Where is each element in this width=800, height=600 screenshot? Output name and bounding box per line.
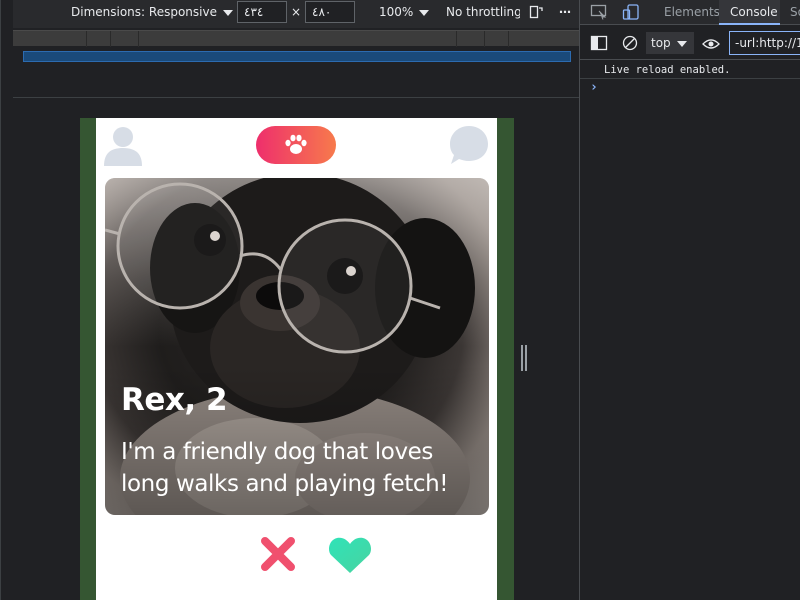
ruler-segment[interactable] <box>457 31 485 47</box>
device-select-label: Dimensions: Responsive <box>71 5 217 19</box>
dating-app: Rex, 2 I'm a friendly dog that loves lon… <box>96 118 497 600</box>
profile-icon[interactable] <box>104 124 144 166</box>
eye-icon[interactable] <box>702 36 720 52</box>
sidebar-icon[interactable] <box>590 35 608 51</box>
ruler-segment[interactable] <box>139 31 457 47</box>
chat-icon[interactable] <box>449 124 489 166</box>
context-label: top <box>651 36 671 50</box>
ruler-segment[interactable] <box>13 31 87 47</box>
zoom-select[interactable]: 100% <box>379 0 430 24</box>
media-query-ruler[interactable] <box>13 30 580 47</box>
device-toolbar: Dimensions: Responsive ٤٣٤ × ٤٨٠ 100% No… <box>13 0 580 28</box>
ruler-segment[interactable] <box>111 31 139 47</box>
ruler-segment[interactable] <box>87 31 111 47</box>
console-message: Live reload enabled. <box>580 61 800 79</box>
more-icon[interactable]: ⋯ <box>559 0 572 24</box>
device-select[interactable]: Dimensions: Responsive <box>71 0 233 24</box>
throttling-select[interactable]: No throttling <box>446 0 520 24</box>
divider <box>13 97 580 98</box>
clear-icon[interactable] <box>621 35 639 51</box>
heart-icon[interactable] <box>328 535 372 575</box>
card-bio: I'm a friendly dog that loves long walks… <box>121 439 449 497</box>
chevron-down-icon <box>222 9 233 16</box>
device-emulation-pane: Dimensions: Responsive ٤٣٤ × ٤٨٠ 100% No… <box>0 0 580 600</box>
media-query-bar[interactable] <box>23 51 571 62</box>
chevron-down-icon <box>676 40 687 47</box>
card-name: Rex, 2 <box>121 382 228 418</box>
profile-card[interactable]: Rex, 2 I'm a friendly dog that loves lon… <box>105 178 489 515</box>
tab-elements[interactable]: Elements <box>664 0 720 25</box>
times-sign: × <box>291 5 302 19</box>
devtools-panel: Elements Console Sources top -url:http:/… <box>579 0 800 600</box>
height-input[interactable]: ٤٨٠ <box>305 1 355 23</box>
context-select[interactable]: top <box>646 32 694 54</box>
console-prompt[interactable]: › <box>590 80 598 95</box>
console-filter-input[interactable]: -url:http://127.0.0.1 <box>729 31 800 55</box>
tab-console[interactable]: Console <box>719 0 780 25</box>
inspect-icon[interactable] <box>590 4 608 20</box>
logo-button[interactable] <box>256 126 336 164</box>
device-toolbar-icon[interactable] <box>622 4 640 20</box>
nope-icon[interactable] <box>260 536 296 572</box>
viewport-resize-handle[interactable] <box>521 345 527 371</box>
width-input[interactable]: ٤٣٤ <box>237 1 287 23</box>
console-toolbar: top -url:http://127.0.0.1 <box>580 26 800 60</box>
ruler-segment[interactable] <box>485 31 509 47</box>
zoom-label: 100% <box>379 5 414 19</box>
rotate-icon[interactable] <box>529 5 543 19</box>
paw-icon <box>285 134 307 154</box>
device-viewport: Rex, 2 I'm a friendly dog that loves lon… <box>80 118 514 600</box>
chevron-down-icon <box>419 9 430 16</box>
devtools-tabbar: Elements Console Sources <box>580 0 800 25</box>
tab-sources[interactable]: Sources <box>790 0 800 25</box>
